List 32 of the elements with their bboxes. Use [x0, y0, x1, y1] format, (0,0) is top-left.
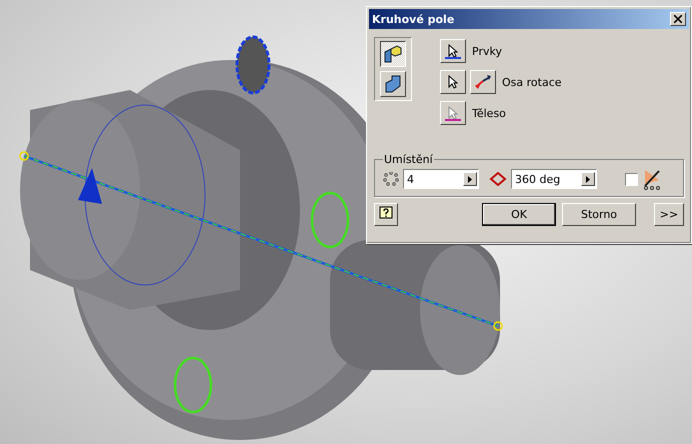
- dots-pattern-icon: [383, 172, 399, 186]
- flip-button[interactable]: [470, 70, 496, 94]
- angle-field[interactable]: 360 deg: [511, 169, 597, 189]
- fitted-pattern-icon: [642, 168, 662, 190]
- dialog-button[interactable]: Storno: [562, 203, 636, 226]
- selector-label: Prvky: [472, 44, 502, 58]
- cursor-icon: [448, 44, 458, 58]
- dialog-button[interactable]: OK: [482, 203, 556, 226]
- help-button[interactable]: [374, 203, 398, 226]
- fit-checkbox[interactable]: [625, 172, 638, 186]
- select-button[interactable]: [440, 39, 466, 63]
- play-icon: [586, 176, 590, 182]
- flip-arrows-icon: [474, 73, 492, 91]
- arrow-button[interactable]: [581, 172, 595, 186]
- arrow-button[interactable]: [463, 172, 477, 186]
- block-body-icon: [383, 74, 403, 94]
- cursor-icon: [448, 106, 458, 120]
- selector-label: Těleso: [472, 106, 506, 120]
- block-feature-icon: [383, 44, 403, 64]
- dialog-button[interactable]: >>: [654, 203, 684, 226]
- close-icon: [674, 15, 682, 23]
- help-icon: [379, 206, 393, 220]
- angle-icon: [489, 172, 507, 186]
- mode-button[interactable]: [380, 41, 406, 67]
- select-button[interactable]: [440, 70, 466, 94]
- window-title: Kruhové pole: [372, 12, 454, 26]
- selector-label: Osa rotace: [502, 76, 562, 88]
- count-field[interactable]: 4: [403, 169, 479, 189]
- cursor-icon: [448, 75, 458, 89]
- group-title: Umístění: [383, 153, 434, 166]
- close-button[interactable]: [670, 12, 686, 26]
- play-icon: [468, 176, 472, 182]
